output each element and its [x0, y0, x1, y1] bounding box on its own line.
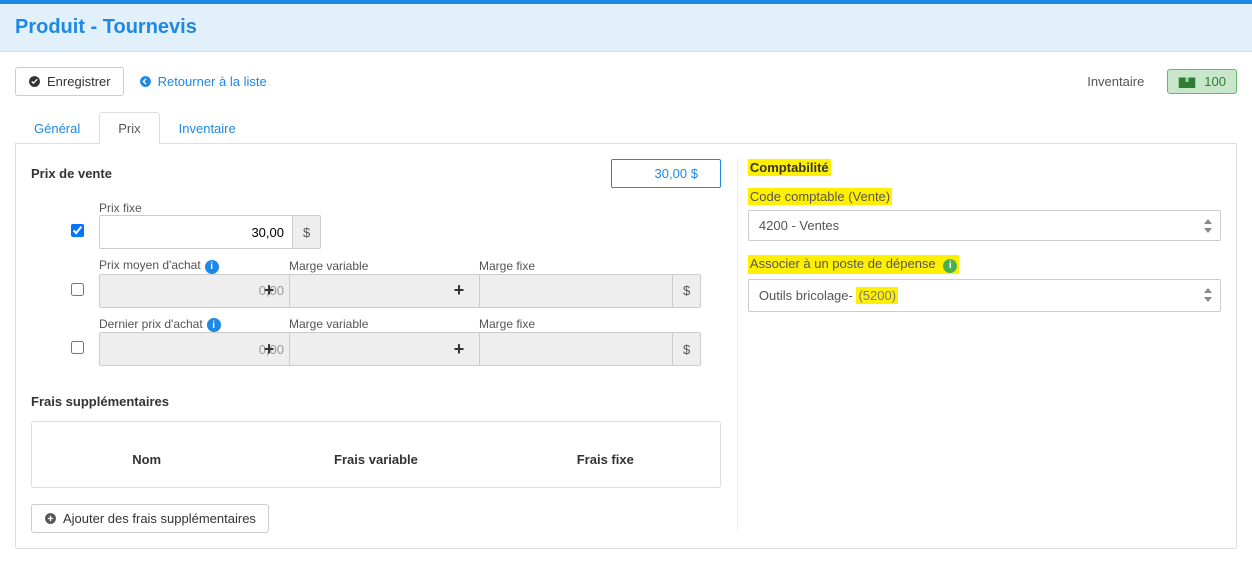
toolbar: Enregistrer Retourner à la liste Inventa… [15, 67, 1237, 96]
avg-fixed-margin-input [479, 274, 673, 308]
tab-price[interactable]: Prix [99, 112, 159, 144]
fees-col-variable: Frais variable [261, 422, 490, 487]
price-badge: 30,00 $ [611, 159, 721, 188]
arrow-left-circle-icon [139, 75, 152, 88]
accounting-code-value: 4200 - Ventes [748, 210, 1221, 241]
inventory-value: 100 [1204, 74, 1226, 89]
content: Enregistrer Retourner à la liste Inventa… [0, 52, 1252, 564]
tab-general[interactable]: Général [15, 112, 99, 144]
plus-icon: + [449, 339, 469, 360]
var-margin-label-1: Marge variable [289, 259, 368, 273]
fees-section: Frais supplémentaires Nom Frais variable… [31, 394, 721, 533]
price-section-header: Prix de vente 30,00 $ [31, 159, 721, 188]
page-header: Produit - Tournevis [0, 4, 1252, 52]
accounting-code-label: Code comptable (Vente) [748, 188, 1221, 205]
last-price-label: Dernier prix d'achat [99, 317, 203, 331]
plus-icon: + [449, 280, 469, 301]
price-heading: Prix de vente [31, 166, 112, 181]
fees-heading: Frais supplémentaires [31, 394, 721, 409]
add-fees-button[interactable]: Ajouter des frais supplémentaires [31, 504, 269, 533]
info-icon[interactable]: i [943, 259, 957, 273]
left-column: Prix de vente 30,00 $ Prix fixe $ [31, 159, 729, 533]
expense-post-label: Associer à un poste de dépense i [748, 255, 1221, 274]
back-link[interactable]: Retourner à la liste [139, 74, 267, 89]
fixed-margin-label-2: Marge fixe [479, 317, 535, 331]
add-fees-label: Ajouter des frais supplémentaires [63, 511, 256, 526]
fees-col-nom: Nom [32, 422, 261, 487]
plus-circle-icon [44, 512, 57, 525]
save-button[interactable]: Enregistrer [15, 67, 124, 96]
right-column: Comptabilité Code comptable (Vente) 4200… [737, 159, 1221, 533]
back-link-label: Retourner à la liste [158, 74, 267, 89]
tabs: Général Prix Inventaire [15, 111, 1237, 144]
info-icon[interactable]: i [207, 318, 221, 332]
currency-addon: $ [673, 332, 701, 366]
page-title: Produit - Tournevis [15, 16, 1237, 39]
accounting-heading: Comptabilité [748, 159, 1221, 176]
fees-col-fixed: Frais fixe [491, 422, 720, 487]
fixed-margin-label-1: Marge fixe [479, 259, 535, 273]
tab-inventory[interactable]: Inventaire [160, 112, 255, 144]
inventory-label: Inventaire [1087, 74, 1144, 89]
last-price-checkbox[interactable] [71, 341, 84, 354]
fixed-price-label: Prix fixe [99, 201, 142, 215]
fixed-price-checkbox[interactable] [71, 224, 84, 237]
plus-icon: + [259, 280, 279, 301]
currency-addon: $ [293, 215, 321, 249]
avg-price-checkbox[interactable] [71, 283, 84, 296]
accounting-code-select[interactable]: 4200 - Ventes [748, 210, 1221, 241]
tab-panel: Prix de vente 30,00 $ Prix fixe $ [15, 144, 1237, 549]
last-fixed-margin-input [479, 332, 673, 366]
avg-price-label: Prix moyen d'achat [99, 258, 201, 272]
currency-addon: $ [673, 274, 701, 308]
box-icon [1178, 75, 1196, 89]
check-circle-icon [28, 75, 41, 88]
expense-post-select[interactable]: Outils bricolage- (5200) [748, 279, 1221, 312]
fees-table: Nom Frais variable Frais fixe [31, 421, 721, 488]
fixed-price-input[interactable] [99, 215, 293, 249]
save-button-label: Enregistrer [47, 74, 111, 89]
plus-icon: + [259, 339, 279, 360]
var-margin-label-2: Marge variable [289, 317, 368, 331]
inventory-badge: 100 [1167, 69, 1237, 94]
expense-post-value: Outils bricolage- (5200) [748, 279, 1221, 312]
info-icon[interactable]: i [205, 260, 219, 274]
